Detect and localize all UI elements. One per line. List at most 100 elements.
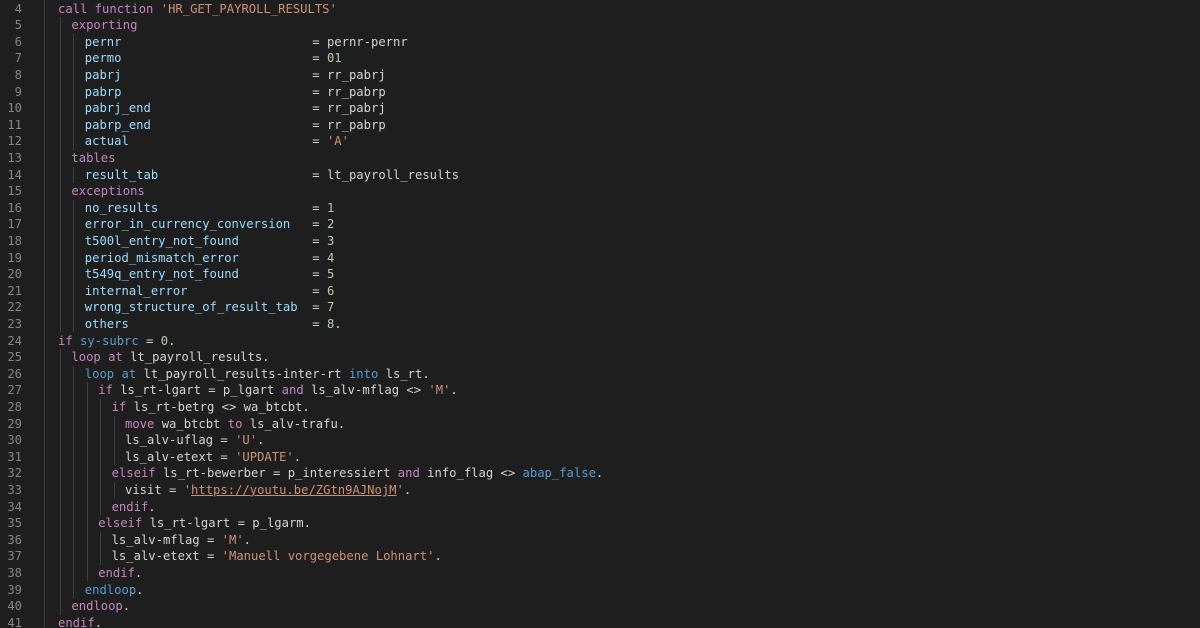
code-token: ls_rt-lgart = p_lgarm. [149, 516, 311, 531]
code-line[interactable]: 6 pernr = pernr-pernr [0, 34, 1200, 51]
line-number: 7 [14, 51, 22, 66]
code-token: ls_rt-bewerber = p_interessiert [162, 466, 398, 481]
code-line[interactable]: 18 t500l_entry_not_found = 3 [0, 233, 1200, 250]
line-number: 13 [7, 150, 22, 165]
code-line[interactable]: 24 if sy-subrc = 0. [0, 333, 1200, 350]
code-line[interactable]: 14 result_tab = lt_payroll_results [0, 167, 1200, 184]
line-number: 25 [7, 350, 22, 365]
indent-guide [113, 415, 115, 466]
code-line[interactable]: 30 ls_alv-uflag = 'U'. [0, 432, 1200, 449]
code-line[interactable]: 28 if ls_rt-betrg <> wa_btcbt. [0, 399, 1200, 416]
code-line[interactable]: 29 move wa_btcbt to ls_alv-trafu. [0, 416, 1200, 433]
code-line[interactable]: 7 permo = 01 [0, 50, 1200, 67]
code-token: . [434, 549, 442, 564]
code-token: ls_alv-uflag = [125, 433, 236, 448]
code-token: wa_btcbt [161, 416, 228, 431]
code-line[interactable]: 36 ls_alv-mflag = 'M'. [0, 532, 1200, 549]
code-token: . [243, 532, 252, 547]
code-line[interactable]: 32 elseif ls_rt-bewerber = p_interessiert… [0, 465, 1200, 482]
code-token: info_flag <> [427, 466, 523, 481]
line-number: 36 [7, 532, 22, 547]
code-token: lt_payroll_results [326, 167, 460, 182]
code-text: endif. [98, 565, 142, 582]
code-line[interactable]: 12 actual = 'A' [0, 133, 1200, 150]
code-line[interactable]: 23 others = 8. [0, 316, 1200, 333]
code-line[interactable]: 22 wrong_structure_of_result_tab = 7 [0, 299, 1200, 316]
line-number: 11 [7, 117, 22, 132]
code-line[interactable]: 11 pabrp_end = rr_pabrp [0, 117, 1200, 134]
code-editor[interactable]: 4 call function 'HR_GET_PAYROLL_RESULTS' 5… [0, 0, 1200, 628]
line-number: 19 [7, 250, 22, 265]
code-line[interactable]: 34 endif. [0, 499, 1200, 516]
code-line[interactable]: 41 endif. [0, 615, 1200, 628]
code-line[interactable]: 21 internal_error = 6 [0, 283, 1200, 300]
code-token: 4 [326, 250, 335, 265]
code-line[interactable]: 20 t549q_entry_not_found = 5 [0, 266, 1200, 283]
code-text: t500l_entry_not_found = 3 [85, 233, 335, 250]
code-token: ls_alv-mflag = [111, 532, 222, 547]
code-line[interactable]: 8 pabrj = rr_pabrj [0, 67, 1200, 84]
line-number: 34 [7, 499, 22, 514]
indent-guide [86, 382, 88, 582]
code-line[interactable]: 10 pabrj_end = rr_pabrj [0, 100, 1200, 117]
code-line[interactable]: 15 exceptions [0, 183, 1200, 200]
line-number: 35 [7, 516, 22, 531]
code-text: if ls_rt-betrg <> wa_btcbt. [112, 399, 310, 416]
code-token: tables [71, 150, 116, 165]
code-token: pernr-pernr [326, 34, 408, 49]
code-line[interactable]: 26 loop at lt_payroll_results-inter-rt in… [0, 366, 1200, 383]
code-token: ls_rt-betrg <> wa_btcbt. [133, 399, 310, 414]
code-token: 01 [326, 51, 342, 66]
indent-guide [100, 398, 102, 516]
code-line[interactable]: 31 ls_alv-etext = 'UPDATE'. [0, 449, 1200, 466]
code-line[interactable]: 17 error_in_currency_conversion = 2 [0, 216, 1200, 233]
code-token: endif [98, 565, 135, 580]
code-line[interactable]: 35 elseif ls_rt-lgart = p_lgarm. [0, 515, 1200, 532]
line-number: 10 [7, 101, 22, 116]
code-line[interactable]: 16 no_results = 1 [0, 200, 1200, 217]
code-token: 'M' [221, 532, 244, 547]
code-line[interactable]: 5 exporting [0, 17, 1200, 34]
code-token: . [403, 482, 412, 497]
code-line[interactable]: 33 visit = 'https://youtu.be/ZGtn9AJNojM'… [0, 482, 1200, 499]
code-token: . [293, 449, 302, 464]
line-number: 6 [14, 34, 22, 49]
code-token: 3 [326, 233, 335, 248]
code-line[interactable]: 25 loop at lt_payroll_results. [0, 349, 1200, 366]
code-line[interactable]: 37 ls_alv-etext = 'Manuell vorgegebene Lo… [0, 548, 1200, 565]
code-token: and [397, 466, 428, 481]
code-line[interactable]: 39 endloop. [0, 582, 1200, 599]
code-line[interactable]: 4 call function 'HR_GET_PAYROLL_RESULTS' [0, 1, 1200, 18]
line-number: 29 [7, 416, 22, 431]
code-line[interactable]: 13 tables [0, 150, 1200, 167]
code-text: period_mismatch_error = 4 [85, 250, 335, 267]
url-link[interactable]: https://youtu.be/ZGtn9AJNojM [191, 483, 396, 497]
code-text: result_tab = lt_payroll_results [85, 167, 459, 184]
code-token: pabrp_end [84, 117, 313, 132]
code-token: 7 [326, 300, 335, 315]
indent-guide [73, 365, 75, 599]
code-token: 'HR_GET_PAYROLL_RESULTS' [160, 1, 337, 16]
code-token: lt_payroll_results. [130, 350, 270, 365]
code-line[interactable]: 19 period_mismatch_error = 4 [0, 250, 1200, 267]
code-line[interactable]: 27 if ls_rt-lgart = p_lgart and ls_alv-mf… [0, 382, 1200, 399]
code-token: others [84, 316, 313, 331]
line-number: 18 [7, 233, 22, 248]
code-token: actual [84, 134, 313, 149]
code-line[interactable]: 40 endloop. [0, 598, 1200, 615]
code-text: pabrj = rr_pabrj [85, 67, 386, 84]
line-number: 5 [14, 18, 22, 33]
code-line[interactable]: 38 endif. [0, 565, 1200, 582]
code-token: elseif [111, 466, 163, 481]
line-number: 21 [7, 283, 22, 298]
code-line[interactable]: 9 pabrp = rr_pabrp [0, 84, 1200, 101]
code-token: . [94, 615, 103, 628]
code-token: = [312, 167, 327, 182]
code-token: . [595, 466, 604, 481]
code-text: pernr = pernr-pernr [85, 34, 408, 51]
indent-guide [100, 531, 102, 565]
code-token: if [58, 333, 81, 348]
code-text: ls_alv-mflag = 'M'. [112, 532, 251, 549]
code-token: = [312, 67, 327, 82]
code-token: = [312, 200, 327, 215]
